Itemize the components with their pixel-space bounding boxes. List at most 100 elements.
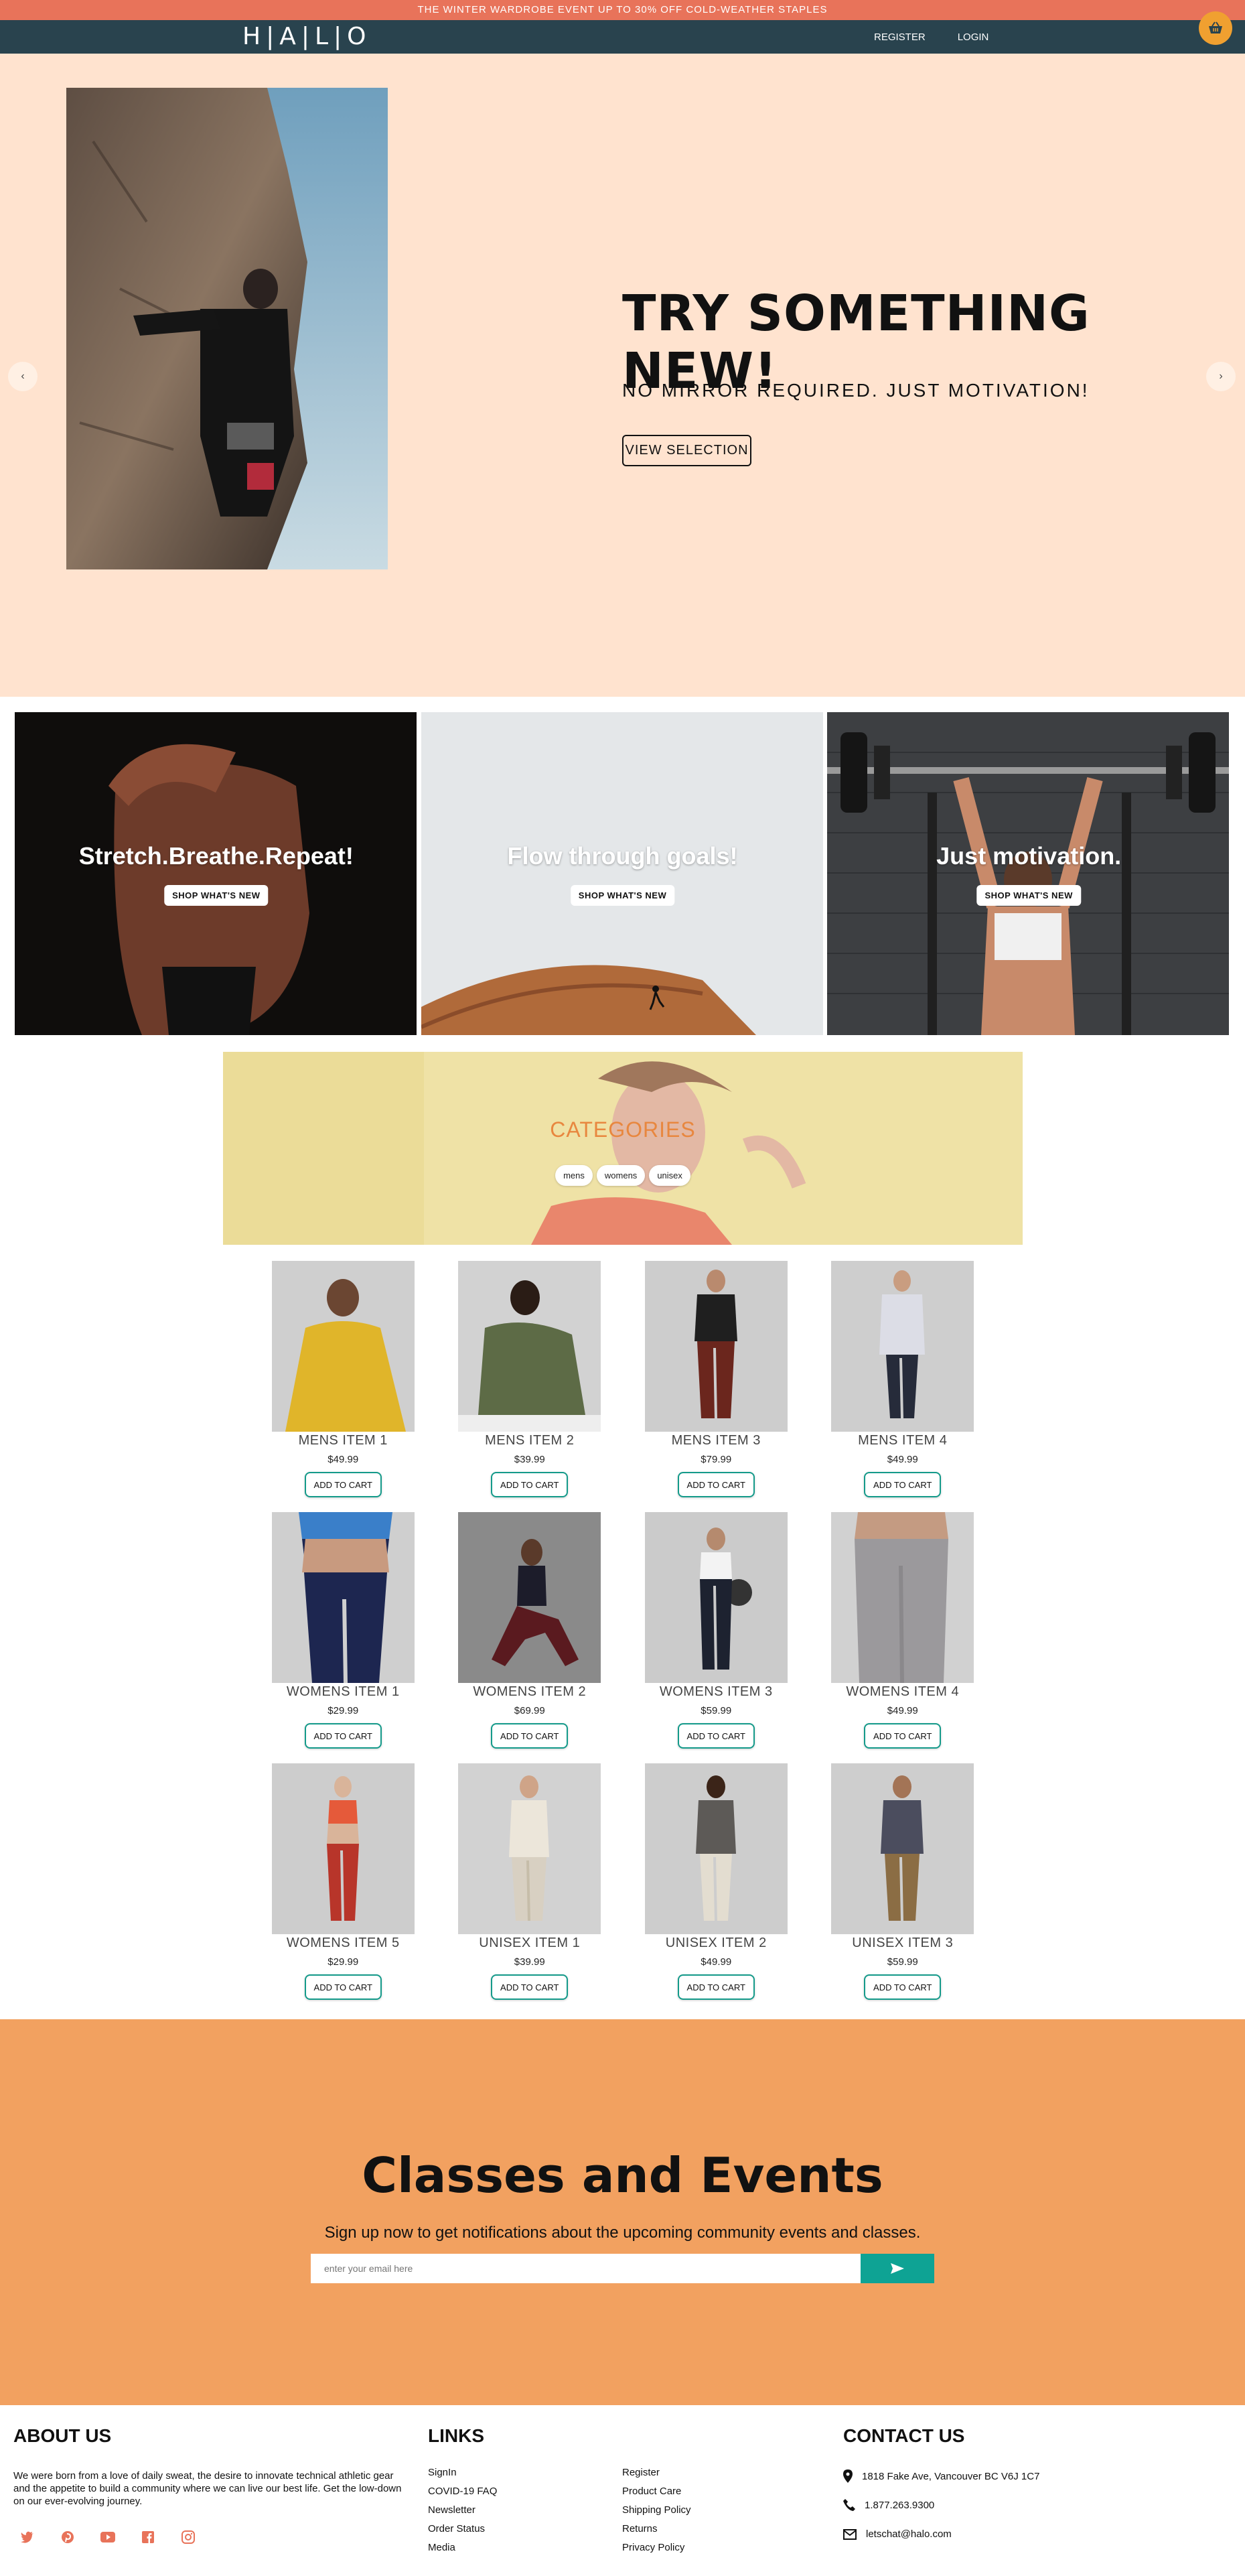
product-name: MENS ITEM 1 bbox=[298, 1433, 388, 1448]
shop-whats-new-button[interactable]: SHOP WHAT'S NEW bbox=[570, 885, 675, 906]
shop-whats-new-button[interactable]: SHOP WHAT'S NEW bbox=[976, 885, 1081, 906]
product-name: WOMENS ITEM 3 bbox=[659, 1684, 773, 1699]
promo-title: Flow through goals! bbox=[507, 842, 738, 870]
category-mens[interactable]: mens bbox=[555, 1165, 593, 1186]
classes-section: Classes and Events Sign up now to get no… bbox=[0, 2019, 1245, 2405]
add-to-cart-button[interactable]: ADD TO CART bbox=[864, 1472, 942, 1497]
phone-text[interactable]: 1.877.263.9300 bbox=[865, 2500, 934, 2511]
product-card: WOMENS ITEM 3 $59.99 ADD TO CART bbox=[623, 1512, 810, 1763]
footer-link[interactable]: Newsletter bbox=[428, 2504, 497, 2516]
promo-tile-motivation[interactable]: Just motivation. SHOP WHAT'S NEW bbox=[827, 712, 1230, 1035]
categories-background-image bbox=[223, 1052, 1023, 1245]
product-image[interactable] bbox=[458, 1261, 601, 1432]
pinterest-icon[interactable] bbox=[59, 2528, 76, 2546]
product-price: $49.99 bbox=[701, 1956, 732, 1968]
category-pills: mens womens unisex bbox=[223, 1165, 1023, 1186]
add-to-cart-button[interactable]: ADD TO CART bbox=[304, 1974, 382, 2000]
product-name: WOMENS ITEM 4 bbox=[846, 1684, 960, 1699]
product-image[interactable] bbox=[458, 1763, 601, 1934]
footer-link[interactable]: Register bbox=[622, 2467, 691, 2478]
product-image[interactable] bbox=[644, 1763, 788, 1934]
carousel-next-button[interactable]: › bbox=[1206, 362, 1236, 391]
product-grid: MENS ITEM 1 $49.99 ADD TO CART MENS ITEM… bbox=[223, 1261, 1023, 2015]
facebook-icon[interactable] bbox=[139, 2528, 157, 2546]
product-image[interactable] bbox=[644, 1512, 788, 1683]
youtube-icon[interactable] bbox=[99, 2528, 117, 2546]
categories-title: CATEGORIES bbox=[550, 1117, 696, 1142]
add-to-cart-button[interactable]: ADD TO CART bbox=[491, 1974, 569, 2000]
add-to-cart-button[interactable]: ADD TO CART bbox=[304, 1723, 382, 1749]
add-to-cart-button[interactable]: ADD TO CART bbox=[491, 1723, 569, 1749]
promo-image-flow bbox=[421, 712, 823, 1035]
instagram-icon[interactable] bbox=[179, 2528, 197, 2546]
product-price: $49.99 bbox=[887, 1705, 918, 1716]
product-image[interactable] bbox=[271, 1512, 415, 1683]
product-name: WOMENS ITEM 1 bbox=[286, 1684, 400, 1699]
hero-subtitle: NO MIRROR REQUIRED. JUST MOTIVATION! bbox=[622, 380, 1090, 401]
footer-link[interactable]: Media bbox=[428, 2542, 497, 2553]
add-to-cart-button[interactable]: ADD TO CART bbox=[677, 1974, 755, 2000]
product-image[interactable] bbox=[831, 1512, 974, 1683]
footer-link[interactable]: Returns bbox=[622, 2523, 691, 2534]
footer-link[interactable]: COVID-19 FAQ bbox=[428, 2486, 497, 2497]
product-name: MENS ITEM 4 bbox=[858, 1433, 948, 1448]
promo-image-motivation bbox=[827, 712, 1230, 1035]
logo[interactable]: H|A|L|O bbox=[242, 23, 371, 51]
classes-title: Classes and Events bbox=[362, 2147, 883, 2204]
promo-image-stretch bbox=[15, 712, 417, 1035]
carousel-prev-button[interactable]: ‹ bbox=[8, 362, 38, 391]
product-image[interactable] bbox=[271, 1763, 415, 1934]
product-image[interactable] bbox=[831, 1261, 974, 1432]
add-to-cart-button[interactable]: ADD TO CART bbox=[677, 1723, 755, 1749]
login-link[interactable]: LOGIN bbox=[958, 31, 989, 43]
product-row: WOMENS ITEM 1 $29.99 ADD TO CART WOMENS … bbox=[223, 1512, 1023, 1763]
footer-link[interactable]: Shipping Policy bbox=[622, 2504, 691, 2516]
category-womens[interactable]: womens bbox=[596, 1165, 646, 1186]
product-name: UNISEX ITEM 1 bbox=[479, 1936, 581, 1950]
email-input[interactable] bbox=[311, 2254, 861, 2283]
add-to-cart-button[interactable]: ADD TO CART bbox=[304, 1472, 382, 1497]
add-to-cart-button[interactable]: ADD TO CART bbox=[677, 1472, 755, 1497]
footer-link[interactable]: Product Care bbox=[622, 2486, 691, 2497]
email-text[interactable]: letschat@halo.com bbox=[866, 2528, 952, 2540]
social-links bbox=[19, 2528, 197, 2546]
links-column-2: Register Product Care Shipping Policy Re… bbox=[622, 2467, 691, 2553]
send-button[interactable] bbox=[861, 2254, 934, 2283]
product-row: WOMENS ITEM 5 $29.99 ADD TO CART UNISEX … bbox=[223, 1763, 1023, 2015]
classes-subtitle: Sign up now to get notifications about t… bbox=[324, 2224, 921, 2242]
contact-email: letschat@halo.com bbox=[843, 2528, 952, 2540]
about-text: We were born from a love of daily sweat,… bbox=[13, 2470, 402, 2507]
footer-link[interactable]: Order Status bbox=[428, 2523, 497, 2534]
product-name: UNISEX ITEM 3 bbox=[852, 1936, 954, 1950]
product-image[interactable] bbox=[458, 1512, 601, 1683]
add-to-cart-button[interactable]: ADD TO CART bbox=[864, 1974, 942, 2000]
register-link[interactable]: REGISTER bbox=[874, 31, 926, 43]
hero-climber-image bbox=[66, 88, 388, 569]
product-price: $59.99 bbox=[887, 1956, 918, 1968]
promo-tile-flow[interactable]: Flow through goals! SHOP WHAT'S NEW bbox=[421, 712, 824, 1035]
product-name: MENS ITEM 3 bbox=[671, 1433, 761, 1448]
product-card: MENS ITEM 4 $49.99 ADD TO CART bbox=[810, 1261, 997, 1512]
shop-whats-new-button[interactable]: SHOP WHAT'S NEW bbox=[164, 885, 269, 906]
category-unisex[interactable]: unisex bbox=[649, 1165, 690, 1186]
add-to-cart-button[interactable]: ADD TO CART bbox=[491, 1472, 569, 1497]
product-price: $49.99 bbox=[887, 1454, 918, 1465]
promo-title: Stretch.Breathe.Repeat! bbox=[78, 842, 354, 870]
nav-links: REGISTER LOGIN bbox=[874, 20, 988, 54]
product-image[interactable] bbox=[831, 1763, 974, 1934]
product-price: $59.99 bbox=[701, 1705, 732, 1716]
product-image[interactable] bbox=[271, 1261, 415, 1432]
promo-tile-stretch[interactable]: Stretch.Breathe.Repeat! SHOP WHAT'S NEW bbox=[15, 712, 418, 1035]
cart-button[interactable] bbox=[1199, 11, 1232, 45]
send-icon bbox=[891, 2263, 904, 2274]
footer-link[interactable]: Privacy Policy bbox=[622, 2542, 691, 2553]
footer-link[interactable]: SignIn bbox=[428, 2467, 497, 2478]
product-card: WOMENS ITEM 5 $29.99 ADD TO CART bbox=[250, 1763, 437, 2015]
product-image[interactable] bbox=[644, 1261, 788, 1432]
add-to-cart-button[interactable]: ADD TO CART bbox=[864, 1723, 942, 1749]
view-selection-button[interactable]: VIEW SELECTION bbox=[622, 435, 751, 466]
product-card: MENS ITEM 1 $49.99 ADD TO CART bbox=[250, 1261, 437, 1512]
product-card: UNISEX ITEM 2 $49.99 ADD TO CART bbox=[623, 1763, 810, 2015]
twitter-icon[interactable] bbox=[19, 2528, 36, 2546]
product-name: MENS ITEM 2 bbox=[485, 1433, 575, 1448]
